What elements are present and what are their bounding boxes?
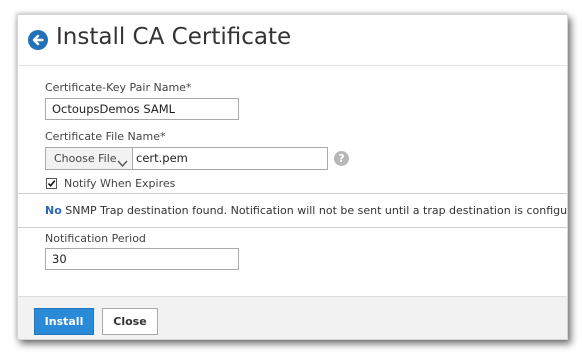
notify-label: Notify When Expires — [64, 177, 176, 190]
choose-file-button[interactable]: Choose File — [45, 147, 133, 170]
pair-name-label: Certificate-Key Pair Name* — [45, 81, 192, 94]
close-button[interactable]: Close — [102, 308, 158, 335]
dialog-footer: Install Close — [18, 296, 567, 339]
page-title: Install CA Certificate — [56, 24, 292, 50]
notice-body: SNMP Trap destination found. Notificatio… — [61, 204, 568, 217]
file-name-field[interactable]: cert.pem — [133, 147, 328, 170]
install-button[interactable]: Install — [34, 308, 94, 335]
choose-file-label: Choose File — [54, 152, 117, 165]
snmp-notice: No SNMP Trap destination found. Notifica… — [18, 193, 567, 228]
notice-strong: No — [45, 204, 62, 217]
help-icon[interactable]: ? — [334, 151, 349, 166]
notify-checkbox[interactable] — [46, 178, 57, 189]
file-name-label: Certificate File Name* — [45, 130, 166, 143]
install-ca-certificate-dialog: Install CA Certificate Certificate-Key P… — [17, 14, 568, 340]
dialog-header: Install CA Certificate — [18, 15, 567, 66]
back-arrow-icon[interactable] — [28, 30, 48, 50]
checkmark-icon — [47, 180, 56, 188]
period-input[interactable]: 30 — [45, 248, 239, 270]
period-label: Notification Period — [45, 232, 146, 245]
snmp-notice-text: No SNMP Trap destination found. Notifica… — [45, 204, 568, 217]
pair-name-input[interactable]: OctoupsDemos SAML — [45, 98, 239, 120]
chevron-down-icon — [117, 154, 128, 175]
